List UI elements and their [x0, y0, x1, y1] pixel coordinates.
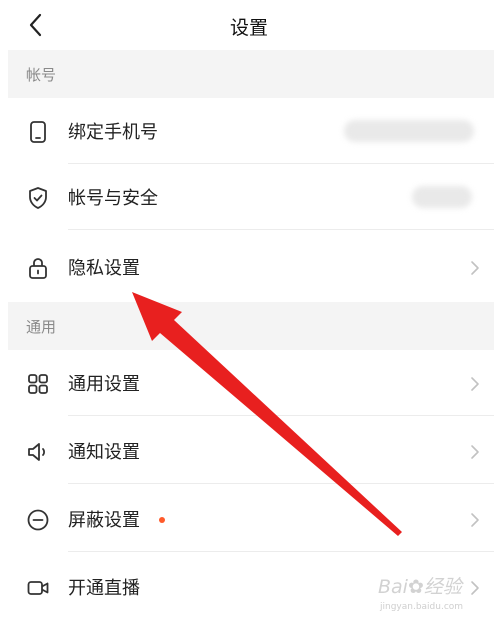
- phone-icon: [30, 121, 46, 143]
- watermark-url: jingyan.baidu.com: [380, 602, 464, 612]
- chevron-right-icon: [471, 445, 479, 459]
- shield-check-icon: [29, 187, 47, 209]
- section-header-general: 通用: [8, 302, 494, 350]
- row-label: 隐私设置: [68, 258, 140, 279]
- divider: [68, 229, 494, 230]
- divider: [68, 415, 494, 416]
- row-label: 开通直播: [68, 578, 140, 599]
- settings-row-account-security[interactable]: 帐号与安全: [8, 164, 494, 230]
- lock-icon: [29, 258, 47, 279]
- section-header-account: 帐号: [8, 50, 494, 98]
- blurred-value: [344, 120, 474, 142]
- row-label: 帐号与安全: [68, 188, 158, 209]
- block-icon: [27, 509, 49, 531]
- row-label: 绑定手机号: [68, 122, 158, 143]
- settings-row-block[interactable]: 屏蔽设置: [8, 486, 494, 552]
- top-bar: 设置: [0, 0, 498, 50]
- settings-row-bind-phone[interactable]: 绑定手机号: [8, 98, 494, 164]
- watermark: Bai✿经验 jingyan.baidu.com: [368, 568, 480, 618]
- row-label: 通知设置: [68, 442, 140, 463]
- page-title: 设置: [229, 17, 268, 39]
- chevron-right-icon: [471, 513, 479, 527]
- divider: [68, 483, 494, 484]
- video-camera-icon: [27, 581, 49, 595]
- settings-row-general[interactable]: 通用设置: [8, 350, 494, 416]
- settings-row-notifications[interactable]: 通知设置: [8, 418, 494, 484]
- chevron-right-icon: [471, 377, 479, 391]
- watermark-logo: Bai✿经验: [378, 576, 462, 598]
- section-title: 帐号: [26, 66, 57, 84]
- chevron-right-icon: [471, 261, 479, 275]
- new-badge-dot: [159, 517, 165, 523]
- grid-icon: [28, 374, 48, 394]
- section-title: 通用: [26, 318, 57, 336]
- settings-row-privacy[interactable]: 隐私设置: [8, 234, 494, 300]
- row-label: 通用设置: [68, 374, 140, 395]
- row-label: 屏蔽设置: [68, 510, 140, 531]
- divider: [68, 551, 494, 552]
- blurred-value: [412, 186, 472, 208]
- speaker-icon: [28, 443, 46, 461]
